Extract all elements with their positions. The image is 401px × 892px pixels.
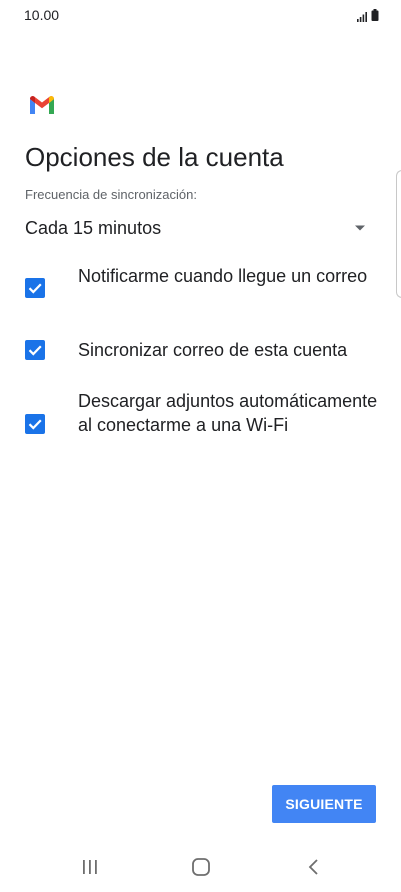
next-button[interactable]: SIGUIENTE	[272, 785, 376, 823]
option-label: Descargar adjuntos automáticamente al co…	[78, 391, 378, 435]
option-label: Sincronizar correo de esta cuenta	[78, 340, 348, 360]
status-time: 10.00	[24, 7, 60, 23]
sync-frequency-dropdown[interactable]: Cada 15 minutos	[25, 210, 370, 246]
sync-frequency-value: Cada 15 minutos	[25, 218, 162, 238]
check-icon	[28, 345, 42, 356]
gmail-logo	[30, 96, 54, 114]
page-title: Opciones de la cuenta	[25, 142, 284, 172]
dropdown-arrow-icon	[355, 225, 365, 231]
scroll-indicator	[396, 170, 401, 298]
notify-checkbox[interactable]	[25, 278, 45, 298]
back-icon[interactable]	[302, 857, 326, 877]
option-label: Notificarme cuando llegue un correo	[78, 266, 368, 286]
status-icons	[357, 9, 379, 22]
recent-apps-icon[interactable]	[78, 857, 102, 877]
battery-icon	[371, 9, 379, 21]
option-download-attachments[interactable]: Descargar adjuntos automáticamente al co…	[25, 389, 378, 461]
navigation-bar	[0, 842, 401, 892]
home-icon[interactable]	[189, 857, 213, 877]
sync-frequency-label: Frecuencia de sincronización:	[25, 187, 197, 202]
sync-checkbox[interactable]	[25, 340, 45, 360]
status-bar: 10.00	[0, 0, 401, 30]
check-icon	[28, 419, 42, 430]
attachments-checkbox[interactable]	[25, 414, 45, 434]
check-icon	[28, 283, 42, 294]
option-notify-new-mail[interactable]: Notificarme cuando llegue un correo	[25, 264, 375, 312]
option-sync-mail[interactable]: Sincronizar correo de esta cuenta	[25, 338, 375, 362]
